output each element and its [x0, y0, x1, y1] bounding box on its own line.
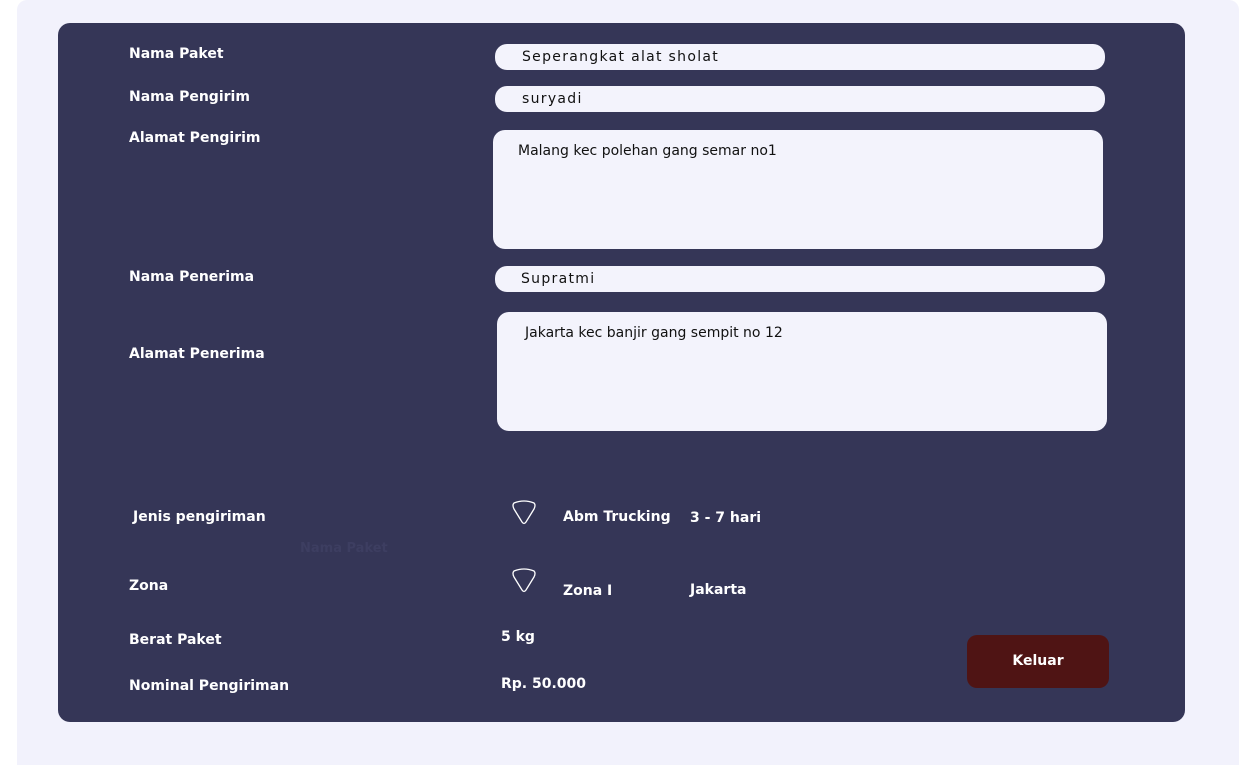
alamat-pengirim-textarea[interactable]: Malang kec polehan gang semar no1 [493, 130, 1103, 249]
jenis-pengiriman-label: Jenis pengiriman [133, 509, 266, 525]
nama-pengirim-label: Nama Pengirim [129, 89, 250, 105]
berat-paket-label: Berat Paket [129, 632, 222, 648]
nominal-pengiriman-value: Rp. 50.000 [501, 676, 587, 692]
nama-penerima-label: Nama Penerima [129, 269, 255, 285]
alamat-pengirim-label: Alamat Pengirim [129, 130, 261, 146]
zona-detail: Jakarta [690, 582, 747, 598]
zona-label: Zona [129, 578, 169, 594]
nama-paket-label: Nama Paket [129, 46, 224, 62]
nama-pengirim-input[interactable]: suryadi [495, 86, 1105, 112]
ghost-label: Nama Paket [300, 541, 388, 556]
jenis-pengiriman-radio-icon[interactable] [510, 500, 538, 526]
berat-paket-value: 5 kg [501, 629, 535, 645]
nama-penerima-input[interactable]: Supratmi [495, 266, 1105, 292]
jenis-pengiriman-option: Abm Trucking [563, 509, 671, 525]
alamat-penerima-label: Alamat Penerima [129, 346, 265, 362]
jenis-pengiriman-detail: 3 - 7 hari [690, 510, 762, 526]
zona-radio-icon[interactable] [510, 568, 538, 594]
zona-option: Zona I [563, 583, 613, 599]
alamat-penerima-textarea[interactable]: Jakarta kec banjir gang sempit no 12 [497, 312, 1107, 431]
keluar-button[interactable]: Keluar [967, 635, 1109, 688]
nama-paket-input[interactable]: Seperangkat alat sholat [495, 44, 1105, 70]
nominal-pengiriman-label: Nominal Pengiriman [129, 678, 290, 694]
